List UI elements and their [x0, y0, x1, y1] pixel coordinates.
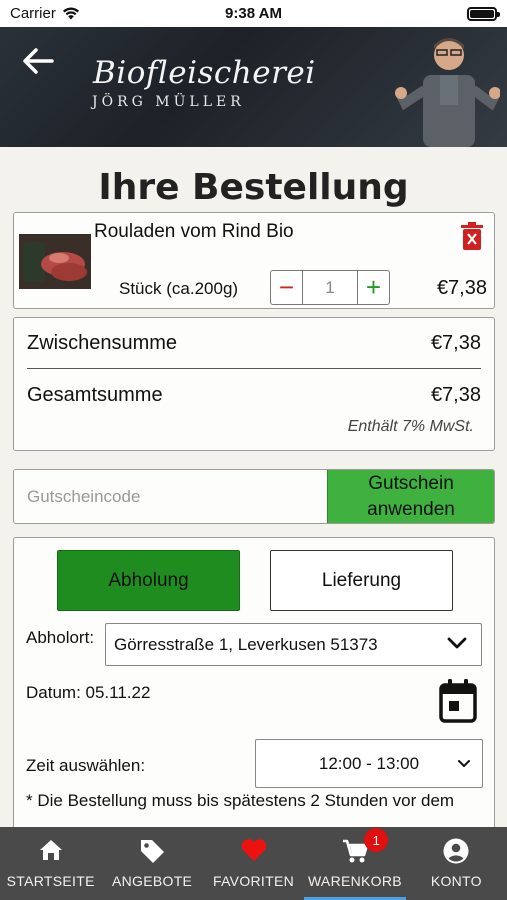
total-label: Gesamtsumme — [27, 384, 163, 406]
tab-label: ANGEBOTE — [112, 873, 193, 889]
product-name: Rouladen vom Rind Bio — [94, 221, 294, 242]
tab-angebote[interactable]: ANGEBOTE — [101, 827, 202, 900]
wifi-icon — [62, 7, 79, 20]
pickup-option-button[interactable]: Abholung — [57, 550, 240, 611]
cart-count-badge: 1 — [364, 828, 389, 852]
totals-divider — [27, 368, 481, 369]
tab-konto[interactable]: KONTO — [406, 827, 507, 900]
apply-coupon-button[interactable]: Gutschein anwenden — [327, 470, 494, 523]
pickup-location-label: Abholort: — [26, 628, 95, 647]
product-price: €7,38 — [436, 277, 487, 299]
page-title: Ihre Bestellung — [98, 167, 409, 208]
increase-quantity-button[interactable]: + — [357, 271, 389, 304]
butcher-photo — [395, 38, 500, 147]
vat-note: Enthält 7% MwSt. — [347, 418, 474, 435]
delivery-option-button[interactable]: Lieferung — [270, 550, 453, 611]
status-left: Carrier — [10, 5, 80, 22]
tab-favoriten[interactable]: FAVORITEN — [203, 827, 304, 900]
tab-startseite[interactable]: STARTSEITE — [0, 827, 101, 900]
home-icon — [39, 840, 62, 860]
back-arrow-icon[interactable] — [18, 41, 58, 81]
decrease-quantity-button[interactable]: − — [271, 271, 303, 304]
trash-icon[interactable] — [460, 222, 484, 250]
coupon-code-input[interactable] — [14, 470, 327, 523]
total-value: €7,38 — [430, 384, 481, 406]
tab-label: STARTSEITE — [6, 873, 95, 889]
subtotal-label: Zwischensumme — [27, 332, 178, 354]
account-icon — [443, 838, 469, 864]
heart-icon — [241, 839, 266, 861]
chevron-down-icon — [447, 637, 467, 649]
tab-warenkorb[interactable]: 1 WARENKORB — [304, 827, 406, 900]
chevron-down-icon — [458, 760, 470, 767]
brand-logo-title: Biofleischerei — [93, 55, 316, 91]
cart-item: Rouladen vom Rind Bio Stück (ca.200g) − … — [13, 212, 495, 309]
time-slot-select[interactable]: 12:00 - 13:00 — [255, 739, 483, 788]
product-image — [19, 234, 91, 289]
time-slot-value: 12:00 - 13:00 — [318, 753, 420, 773]
status-bar: Carrier 9:38 AM — [0, 0, 507, 27]
tag-icon — [141, 840, 165, 863]
pickup-location-value: Görresstraße 1, Leverkusen 51373 — [114, 634, 378, 654]
order-deadline-note: * Die Bestellung muss bis spätestens 2 S… — [26, 791, 455, 810]
coupon-form: Gutschein anwenden — [13, 469, 495, 524]
fulfillment-options: Abholung Lieferung Abholort: Görresstraß… — [13, 537, 495, 837]
battery-icon — [467, 6, 500, 21]
quantity-value[interactable]: 1 — [303, 271, 357, 304]
brand-logo-subtitle: JÖRG MÜLLER — [92, 94, 245, 110]
calendar-icon[interactable] — [439, 679, 477, 723]
time-select-label: Zeit auswählen: — [26, 756, 146, 775]
bottom-tab-bar: STARTSEITE ANGEBOTE FAVORITEN 1 WARENKOR… — [0, 827, 507, 900]
brand-header: Biofleischerei JÖRG MÜLLER — [0, 27, 507, 147]
order-totals: Zwischensumme €7,38 Gesamtsumme €7,38 En… — [13, 317, 495, 451]
pickup-date: Datum: 05.11.22 — [26, 683, 151, 702]
tab-label: FAVORITEN — [213, 873, 295, 889]
product-unit: Stück (ca.200g) — [119, 279, 239, 298]
apply-coupon-label-line1: Gutschein — [368, 472, 454, 494]
carrier-label: Carrier — [10, 5, 56, 22]
pickup-location-select[interactable]: Görresstraße 1, Leverkusen 51373 — [105, 623, 482, 666]
quantity-stepper: − 1 + — [270, 270, 390, 305]
subtotal-value: €7,38 — [430, 332, 481, 354]
apply-coupon-label-line2: anwenden — [367, 498, 455, 520]
tab-label: KONTO — [430, 873, 482, 889]
tab-label: WARENKORB — [307, 873, 402, 889]
